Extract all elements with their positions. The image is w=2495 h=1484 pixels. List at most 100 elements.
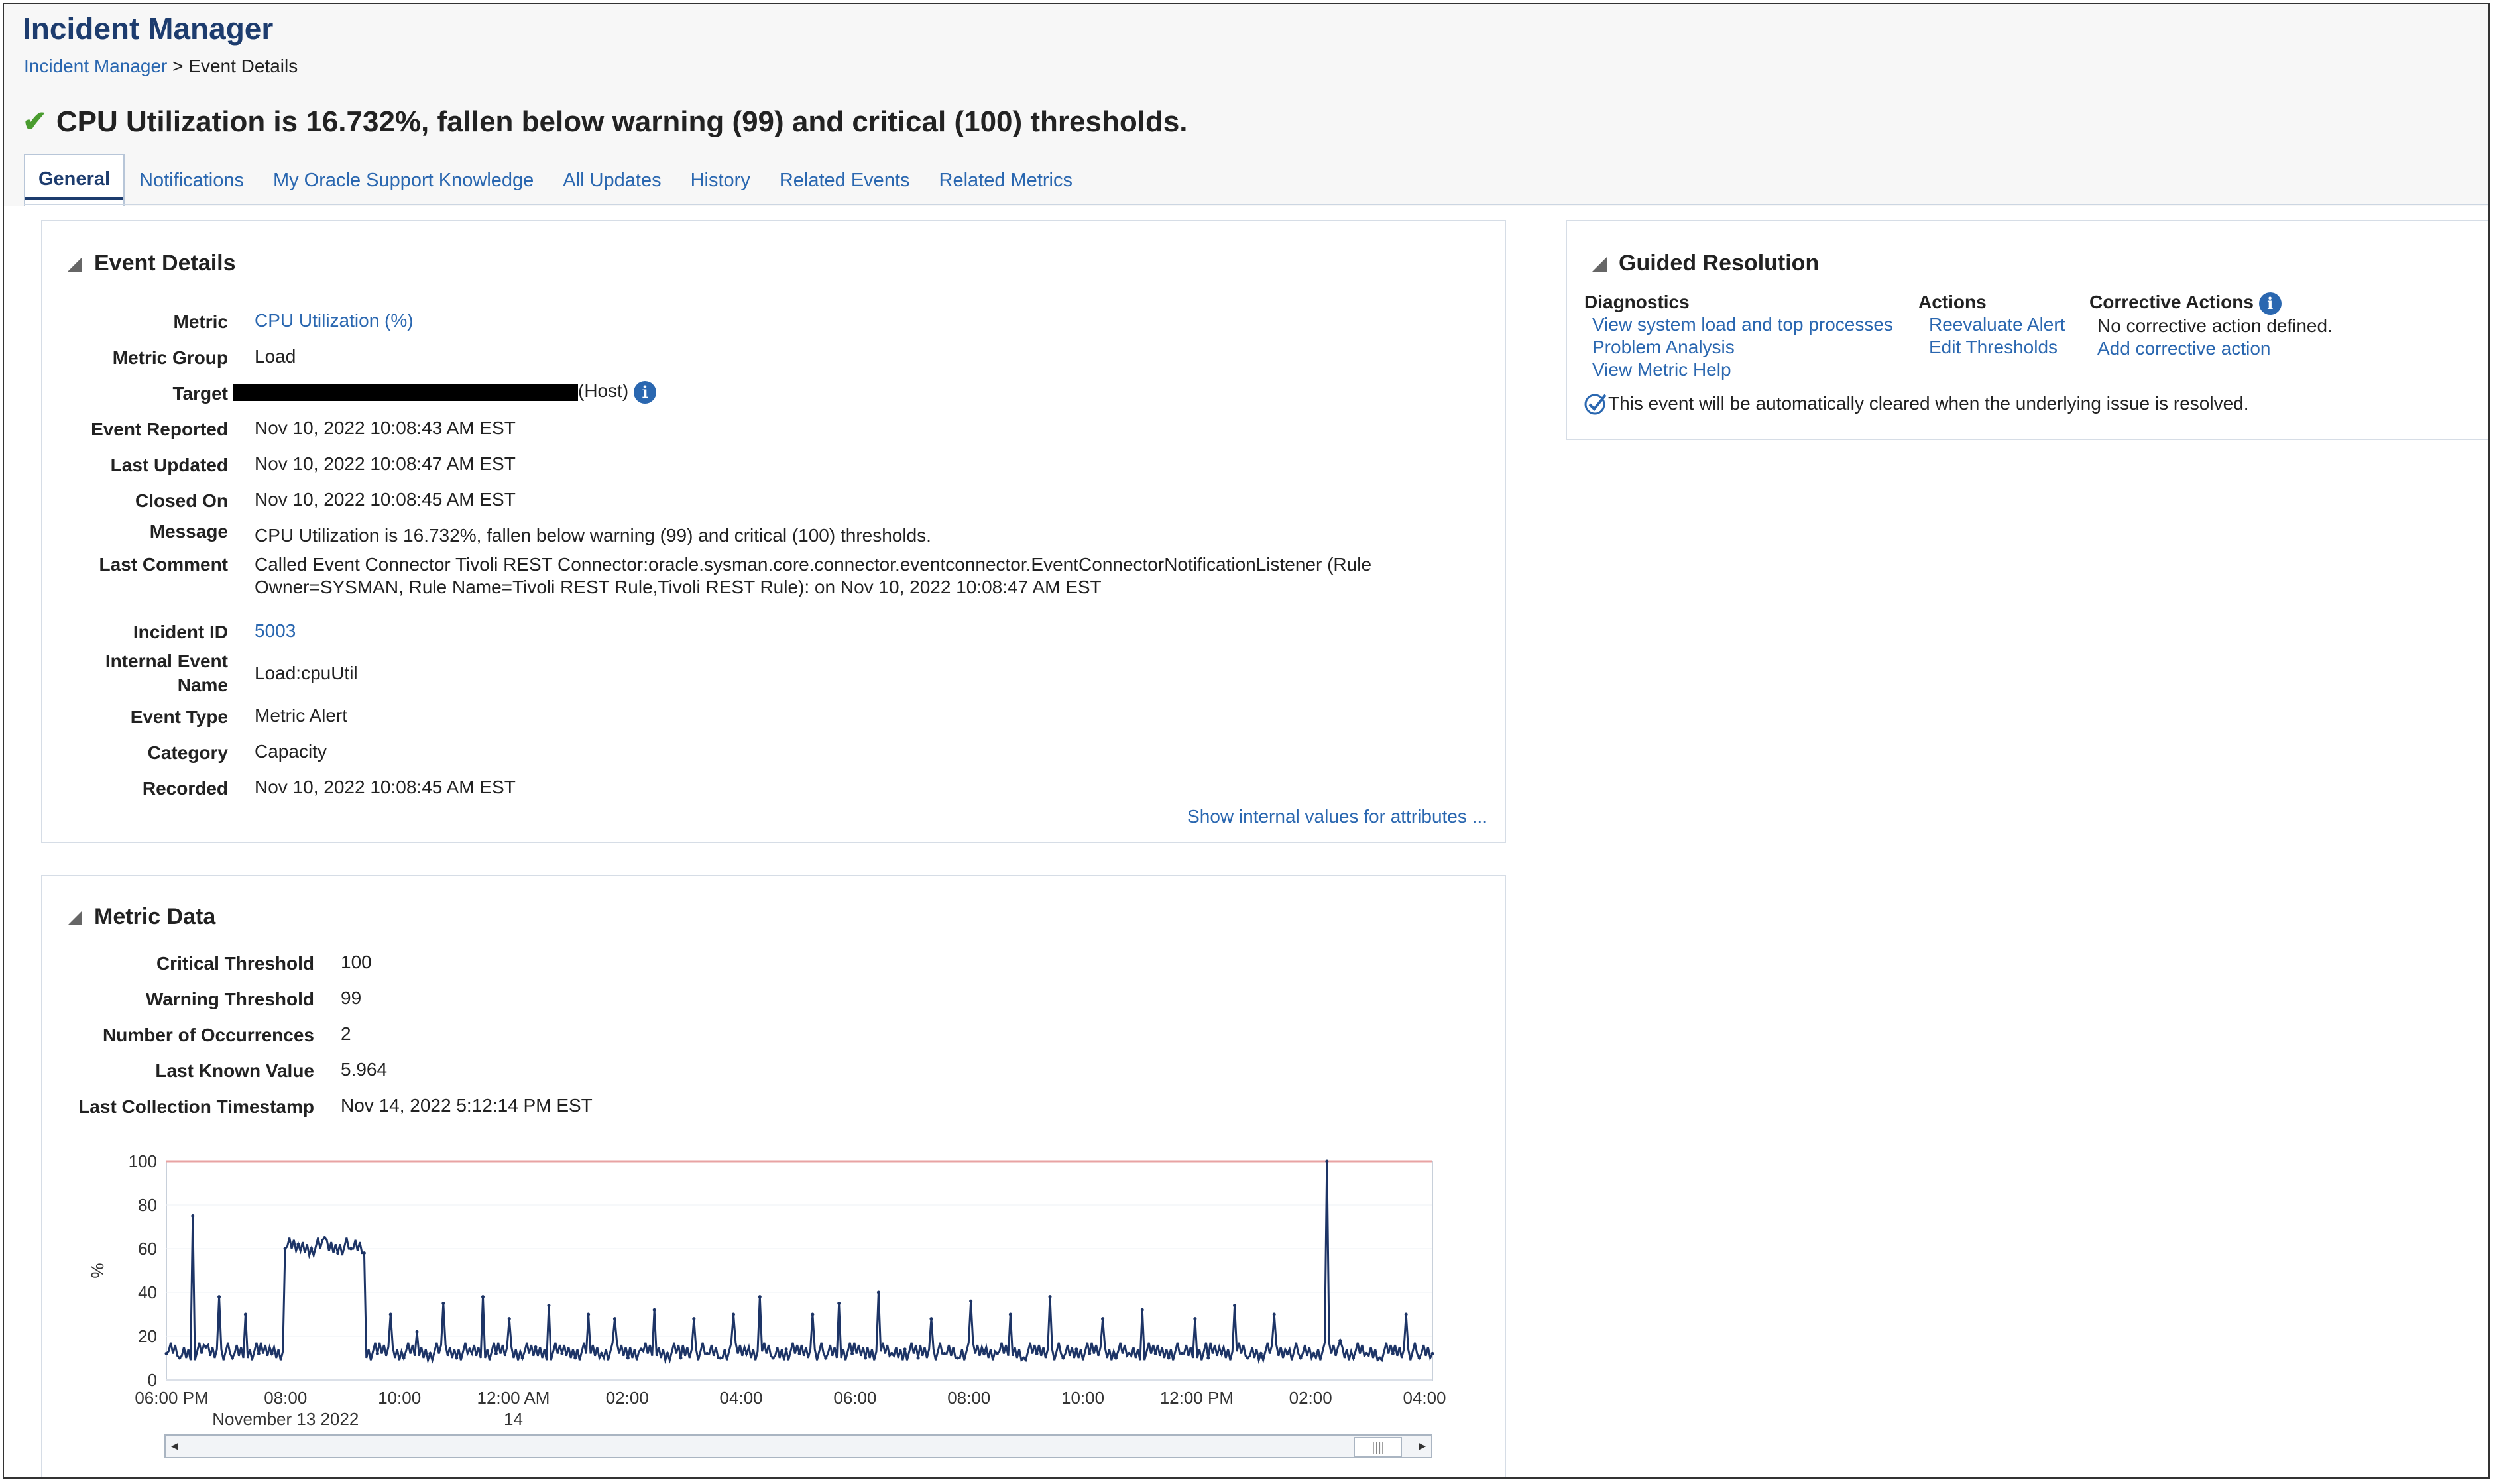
- data-point: [1404, 1312, 1408, 1316]
- view-system-load-link[interactable]: View system load and top processes: [1592, 314, 1893, 335]
- data-point: [178, 1356, 182, 1360]
- show-internal-values-link[interactable]: Show internal values for attributes ...: [1187, 806, 1487, 827]
- last-known-value-label: Last Known Value: [155, 1060, 314, 1081]
- critical-threshold-value: 100: [341, 952, 372, 972]
- y-axis-label: %: [87, 1263, 107, 1278]
- data-point: [1206, 1356, 1210, 1360]
- y-tick-label: 80: [138, 1195, 157, 1215]
- x-tick-label: 04:00: [720, 1388, 763, 1408]
- data-point: [573, 1356, 577, 1360]
- data-point: [797, 1351, 801, 1355]
- recorded-value: Nov 10, 2022 10:08:45 AM EST: [255, 777, 516, 797]
- collapse-triangle-icon: [68, 911, 82, 926]
- metric-link[interactable]: CPU Utilization (%): [255, 310, 414, 331]
- data-point: [534, 1345, 538, 1349]
- data-point: [441, 1302, 445, 1305]
- data-point: [692, 1317, 696, 1321]
- check-icon: ✔: [23, 105, 47, 138]
- data-point: [1127, 1351, 1131, 1355]
- app-title: Incident Manager: [23, 11, 274, 46]
- x-tick-label: 02:00: [1289, 1388, 1332, 1408]
- data-point: [1391, 1351, 1395, 1355]
- tab-all-updates[interactable]: All Updates: [548, 155, 675, 206]
- x-tick-label: 02:00: [606, 1388, 649, 1408]
- target-value: (Host) i: [233, 380, 657, 404]
- corrective-actions-header: Corrective Actions i: [2089, 292, 2282, 315]
- data-point: [336, 1251, 340, 1255]
- data-point: [784, 1347, 788, 1351]
- data-point: [243, 1312, 247, 1316]
- scroll-thumb[interactable]: ||||: [1354, 1437, 1402, 1457]
- edit-thresholds-link[interactable]: Edit Thresholds: [1929, 337, 2058, 358]
- add-corrective-action-link[interactable]: Add corrective action: [2097, 338, 2270, 359]
- event-details-header[interactable]: Event Details: [68, 251, 236, 276]
- event-details-panel: Event Details Metric CPU Utilization (%)…: [41, 220, 1506, 843]
- data-point: [1365, 1351, 1369, 1355]
- auto-clear-note: This event will be automatically cleared…: [1583, 391, 2249, 416]
- data-point: [1430, 1351, 1434, 1355]
- tab-general[interactable]: General: [24, 154, 125, 206]
- redacted-target: [233, 383, 578, 401]
- y-tick-label: 60: [138, 1239, 157, 1259]
- data-point: [1035, 1351, 1039, 1355]
- x-tick-label: 04:00: [1403, 1388, 1446, 1408]
- data-point: [1377, 1356, 1381, 1360]
- incident-id-link[interactable]: 5003: [255, 620, 296, 642]
- internal-event-name-label-line-1: Internal Event: [105, 651, 228, 671]
- y-tick-label: 0: [148, 1370, 157, 1390]
- tab-notifications[interactable]: Notifications: [125, 155, 259, 206]
- data-point: [1167, 1356, 1171, 1360]
- data-point: [164, 1351, 168, 1355]
- data-point: [1272, 1312, 1276, 1316]
- data-point: [1193, 1317, 1197, 1321]
- breadcrumb-current: Event Details: [188, 56, 298, 76]
- last-collection-timestamp-label: Last Collection Timestamp: [78, 1096, 314, 1117]
- data-point: [890, 1351, 894, 1355]
- app-frame: Incident Manager Incident Manager > Even…: [3, 3, 2490, 1479]
- data-point: [230, 1356, 234, 1360]
- info-icon[interactable]: i: [2258, 292, 2282, 315]
- data-point: [468, 1347, 472, 1351]
- message-label: Message: [149, 521, 228, 542]
- data-point: [388, 1312, 392, 1316]
- data-point: [1233, 1304, 1237, 1308]
- data-point: [876, 1290, 880, 1294]
- x-tick-label: 08:00: [947, 1388, 990, 1408]
- guided-resolution-header[interactable]: Guided Resolution: [1592, 251, 1819, 276]
- y-tick-label: 40: [138, 1283, 157, 1302]
- data-point: [863, 1356, 867, 1360]
- guided-resolution-panel: Guided Resolution Diagnostics View syste…: [1566, 220, 2488, 440]
- problem-analysis-link[interactable]: Problem Analysis: [1592, 337, 1735, 358]
- scroll-right-arrow-icon[interactable]: ▸: [1419, 1437, 1426, 1454]
- internal-event-name-value: Load:cpuUtil: [255, 663, 358, 683]
- last-collection-timestamp-value: Nov 14, 2022 5:12:14 PM EST: [341, 1095, 593, 1115]
- reevaluate-alert-link[interactable]: Reevaluate Alert: [1929, 314, 2065, 335]
- scroll-left-arrow-icon[interactable]: ◂: [171, 1437, 178, 1454]
- last-comment-label: Last Comment: [99, 554, 228, 575]
- tab-related-events[interactable]: Related Events: [765, 155, 925, 206]
- event-type-label: Event Type: [130, 707, 228, 727]
- tab-my-oracle-support-knowledge[interactable]: My Oracle Support Knowledge: [259, 155, 548, 206]
- info-icon[interactable]: i: [634, 380, 657, 404]
- breadcrumb-link-incident-manager[interactable]: Incident Manager: [24, 56, 167, 76]
- internal-event-name-label-line-2: Name: [177, 675, 228, 695]
- view-metric-help-link[interactable]: View Metric Help: [1592, 359, 1731, 380]
- circle-check-icon: [1584, 394, 1607, 415]
- tab-related-metrics[interactable]: Related Metrics: [925, 155, 1087, 206]
- target-label: Target: [172, 383, 229, 404]
- chart-scrollbar[interactable]: ◂ ▸ ||||: [164, 1434, 1432, 1458]
- metric-data-header[interactable]: Metric Data: [68, 904, 215, 930]
- data-point: [520, 1356, 524, 1360]
- data-point: [1061, 1356, 1065, 1360]
- status-message: CPU Utilization is 16.732%, fallen below…: [56, 105, 1188, 138]
- category-label: Category: [147, 742, 228, 763]
- data-point: [995, 1351, 999, 1355]
- data-point: [824, 1356, 828, 1360]
- data-point: [257, 1351, 261, 1355]
- x-tick-label: 08:00: [264, 1388, 307, 1408]
- data-point: [1048, 1295, 1052, 1299]
- x-tick-label: 12:00 AM: [477, 1388, 550, 1408]
- y-tick-label: 100: [129, 1151, 157, 1171]
- data-point: [547, 1304, 551, 1308]
- tab-history[interactable]: History: [676, 155, 765, 206]
